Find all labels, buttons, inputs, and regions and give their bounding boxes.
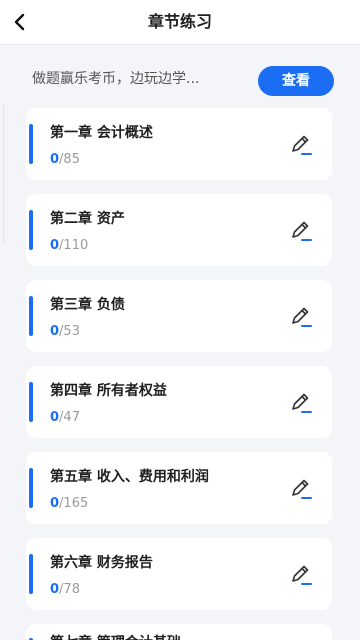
chapter-title: 第三章 负债 [50,297,125,313]
pencil-icon[interactable] [288,304,314,330]
total-count: /78 [59,582,80,597]
chapter-card[interactable]: 第七章 管理会计基础 [26,624,332,640]
accent-bar [29,554,33,594]
pencil-icon[interactable] [288,562,314,588]
chapter-card[interactable]: 第三章 负债 0/53 [26,280,332,352]
accent-bar [29,296,33,336]
accent-bar [29,124,33,164]
done-count: 0 [50,496,60,511]
done-count: 0 [50,582,60,597]
chapter-title: 第一章 会计概述 [50,125,153,141]
app-header: 章节练习 [0,0,360,45]
side-panel-edge [0,104,4,244]
total-count: /165 [59,496,89,511]
accent-bar [29,468,33,508]
accent-bar [29,382,33,422]
chapter-title: 第二章 资产 [50,211,125,227]
chapter-progress: 0/53 [50,324,80,339]
pencil-icon[interactable] [288,132,314,158]
chapter-title: 第七章 管理会计基础 [50,632,181,640]
chapter-card[interactable]: 第二章 资产 0/110 [26,194,332,266]
page-title: 章节练习 [147,12,212,31]
chapter-card[interactable]: 第四章 所有者权益 0/47 [26,366,332,438]
chapter-progress: 0/165 [50,496,88,511]
chapter-progress: 0/110 [50,238,88,253]
done-count: 0 [50,152,60,167]
total-count: /53 [59,324,80,339]
pencil-icon[interactable] [288,390,314,416]
chapter-title: 第六章 财务报告 [50,555,153,571]
total-count: /47 [59,410,80,425]
chapter-card[interactable]: 第六章 财务报告 0/78 [26,538,332,610]
view-button[interactable]: 查看 [258,66,334,96]
chapter-card[interactable]: 第一章 会计概述 0/85 [26,108,332,180]
banner-text: 做题赢乐考币，边玩边学... [32,71,200,87]
chapter-progress: 0/85 [50,152,80,167]
done-count: 0 [50,324,60,339]
total-count: /110 [59,238,89,253]
pencil-icon[interactable] [288,218,314,244]
accent-bar [29,210,33,250]
chapter-progress: 0/47 [50,410,80,425]
total-count: /85 [59,152,80,167]
done-count: 0 [50,410,60,425]
chapter-title: 第五章 收入、费用和利润 [50,469,209,485]
done-count: 0 [50,238,60,253]
reward-banner: 做题赢乐考币，边玩边学... 查看 [0,56,360,100]
chapter-progress: 0/78 [50,582,80,597]
chapter-title: 第四章 所有者权益 [50,383,167,399]
pencil-icon[interactable] [288,476,314,502]
chapter-card[interactable]: 第五章 收入、费用和利润 0/165 [26,452,332,524]
